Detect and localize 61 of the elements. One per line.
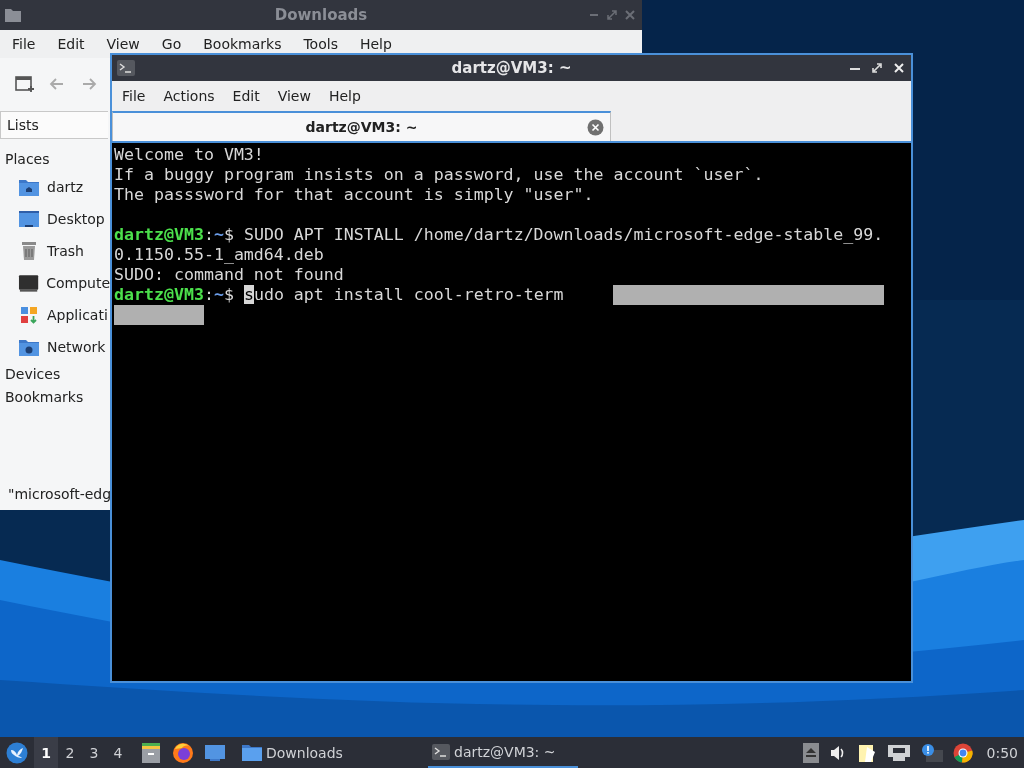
terminal-prompt-line: dartz@VM3:~$ SUDO APT INSTALL /home/dartz/Downloads/microsoft-edge-stable_99.	[114, 225, 884, 245]
sidebar-item[interactable]: dartz	[0, 171, 110, 203]
terminal-icon	[117, 60, 135, 76]
window-title: Downloads	[274, 6, 368, 24]
menu-item[interactable]: Bookmarks	[192, 36, 293, 52]
workspace-button[interactable]: 2	[58, 737, 82, 768]
menu-item[interactable]: Go	[150, 36, 193, 52]
status-text: "microsoft-edg	[7, 486, 113, 504]
menu-item[interactable]: View	[268, 88, 320, 104]
sidebar-item[interactable]: Trash	[0, 235, 110, 267]
desktop-icon	[18, 209, 40, 229]
new-tab-icon[interactable]	[15, 75, 35, 93]
applications-icon	[18, 305, 40, 325]
workspace-button[interactable]: 4	[106, 737, 130, 768]
workspace-button[interactable]: 3	[82, 737, 106, 768]
desktop-icon[interactable]	[204, 742, 226, 763]
menu-item[interactable]: File	[113, 88, 155, 104]
sidebar-heading[interactable]: Bookmarks	[0, 386, 110, 409]
chrome-icon[interactable]	[952, 742, 973, 763]
folder-icon	[242, 744, 262, 761]
menu-item[interactable]: Edit	[46, 36, 96, 52]
network-icon[interactable]	[886, 743, 911, 762]
menu-item[interactable]: Edit	[223, 88, 269, 104]
home-folder-icon	[18, 177, 40, 197]
clock[interactable]: 0:50	[986, 744, 1018, 761]
folder-icon	[5, 8, 21, 22]
terminal-line: Welcome to VM3!	[114, 145, 264, 165]
menu-item[interactable]: View	[95, 36, 151, 52]
file-cabinet-icon[interactable]	[140, 741, 162, 764]
close-tab-icon[interactable]	[587, 119, 604, 136]
terminal-prompt-line: dartz@VM3:~$ sudo apt install cool-retro-term	[114, 285, 564, 305]
menu-item[interactable]: Actions	[154, 88, 224, 104]
computer-icon	[18, 273, 40, 293]
menu-item[interactable]: File	[1, 36, 47, 52]
menu-item[interactable]: Tools	[292, 36, 349, 52]
sidebar-item[interactable]: Compute	[0, 267, 110, 299]
start-menu-icon[interactable]	[6, 741, 28, 764]
sidebar-heading[interactable]: Devices	[0, 363, 110, 386]
browser-icon[interactable]	[172, 741, 194, 764]
terminal-tab[interactable]: dartz@VM3: ~	[112, 111, 611, 141]
sidebar-item[interactable]: Applicati	[0, 299, 110, 331]
terminal-line: If a buggy program insists on a password, use the account `user`.	[114, 165, 764, 185]
terminal-line: 0.1150.55-1_amd64.deb	[114, 245, 324, 265]
menu-item[interactable]: Help	[319, 88, 370, 104]
terminal-screen[interactable]	[112, 143, 911, 681]
menu-item[interactable]: Help	[348, 36, 403, 52]
terminal-icon	[432, 743, 450, 760]
taskbar-button[interactable]: Downloads	[238, 737, 348, 768]
workspace-button[interactable]: 1	[34, 737, 58, 768]
notification-icon[interactable]	[920, 742, 943, 763]
clipboard-icon[interactable]	[856, 742, 877, 763]
network-folder-icon	[18, 337, 40, 357]
window-title: dartz@VM3: ~	[451, 59, 572, 77]
terminal-line: SUDO: command not found	[114, 265, 344, 285]
taskbar-button[interactable]: dartz@VM3: ~	[428, 737, 578, 768]
sidebar-heading[interactable]: Places	[0, 148, 110, 171]
sidebar-item[interactable]: Network	[0, 331, 110, 363]
terminal-line: The passsword for that account is simply "user".	[114, 185, 594, 205]
eject-icon[interactable]	[802, 742, 819, 763]
sidebar-item[interactable]: Desktop	[0, 203, 110, 235]
sidebar-tab[interactable]: Lists	[0, 111, 108, 139]
